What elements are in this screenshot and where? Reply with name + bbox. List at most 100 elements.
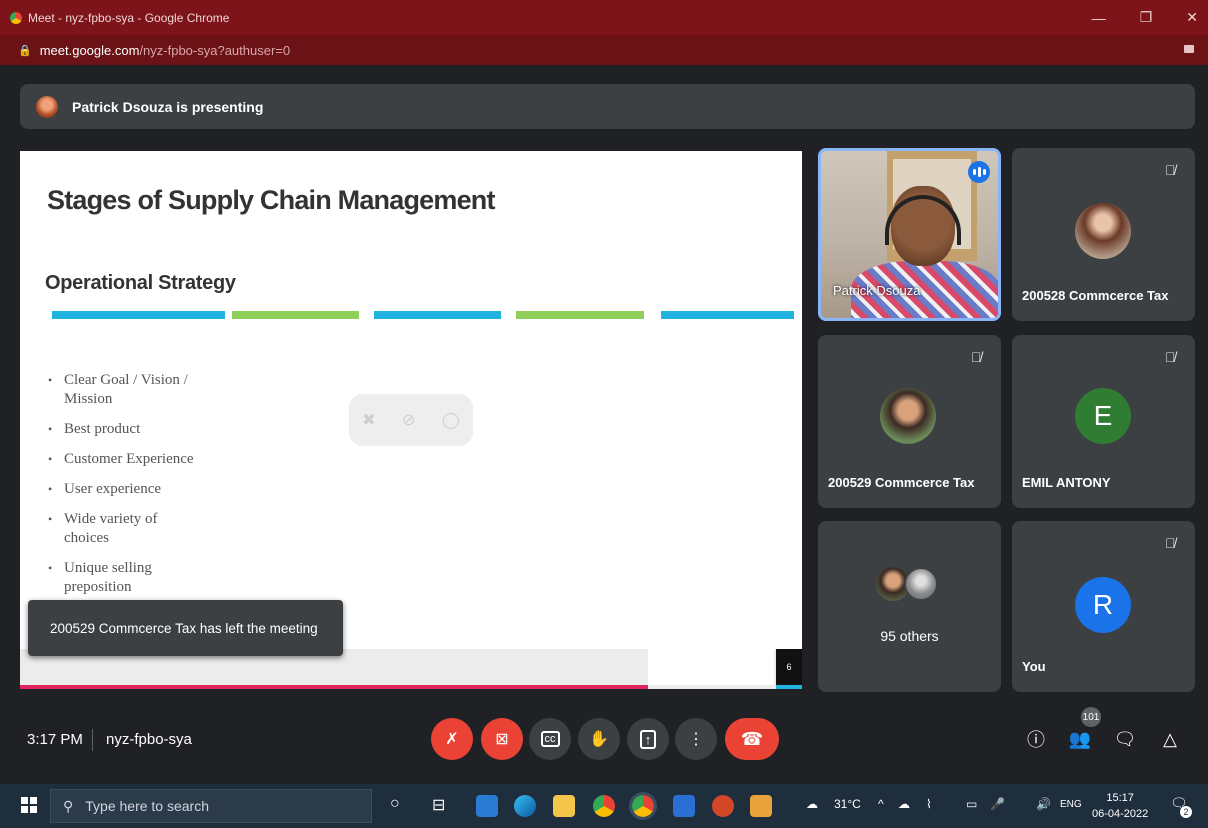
more-options-button[interactable]: ⋮ [675, 718, 717, 760]
cast-icon[interactable] [1184, 45, 1194, 53]
slide-subtitle: Operational Strategy [45, 272, 236, 294]
people-icon: 👥 [1068, 728, 1092, 749]
mic-tray-icon[interactable]: 🎤 [990, 797, 1005, 811]
end-call-icon: ☎ [740, 728, 764, 749]
mic-toggle-button[interactable]: ✗ [431, 718, 473, 760]
volume-icon[interactable]: 🔊 [1036, 797, 1051, 811]
raise-hand-button[interactable]: ✋ [578, 718, 620, 760]
slide-bullet: Best product [48, 420, 198, 439]
slide-footer-blank [648, 649, 774, 685]
taskbar-search-placeholder: Type here to search [85, 798, 210, 814]
participant-tile[interactable]: 🎙̸ E EMIL ANTONY [1012, 335, 1195, 508]
address-bar[interactable]: 🔒 meet.google.com/nyz-fpbo-sya?authuser=… [0, 35, 1208, 65]
windows-taskbar: ⚲ Type here to search ○ ⊟ ☁ 31°C ^ ☁ ⌇ ▭… [0, 784, 1208, 828]
speaking-indicator-icon [968, 161, 990, 183]
slide-bar [661, 311, 794, 319]
left-meeting-toast: 200529 Commcerce Tax has left the meetin… [28, 600, 343, 656]
presenting-banner: Patrick Dsouza is presenting [20, 84, 1195, 129]
slide-bullet: Wide variety of choices [48, 510, 198, 548]
pin-icon[interactable]: ✖ [362, 410, 375, 430]
others-avatar [904, 567, 938, 601]
chrome-taskbar-icon[interactable] [593, 795, 615, 817]
participant-name: 200529 Commcerce Tax [828, 475, 975, 490]
participant-photo [1075, 203, 1131, 259]
people-count-badge: 101 [1081, 707, 1101, 727]
windows-start-button[interactable] [21, 797, 37, 813]
slide-page-number: 6 [776, 649, 802, 685]
mic-off-icon: 🎙̸ [1165, 349, 1176, 365]
participant-photo [880, 388, 936, 444]
participant-name: You [1022, 659, 1046, 674]
weather-icon[interactable]: ☁ [806, 797, 818, 811]
participant-tile-patrick[interactable]: Patrick Dsouza [818, 148, 1001, 321]
mute-icon[interactable]: ⊘ [402, 410, 415, 430]
camera-off-icon: ⊠ [495, 731, 509, 748]
restore-button[interactable]: ❐ [1140, 9, 1153, 26]
task-view-icon[interactable]: ⊟ [432, 795, 445, 815]
search-icon: ⚲ [63, 797, 74, 814]
chat-button[interactable]: 🗨 [1112, 726, 1138, 752]
weather-temp[interactable]: 31°C [834, 797, 861, 811]
window-title: Meet - nyz-fpbo-sya - Google Chrome [28, 10, 230, 25]
presenter-avatar [36, 95, 58, 118]
slide-red-line [20, 685, 648, 689]
self-tile[interactable]: 🎙̸ R You [1012, 521, 1195, 692]
participant-tile[interactable]: 🎙̸ 200529 Commcerce Tax [818, 335, 1001, 508]
powerpoint-icon[interactable] [712, 795, 734, 817]
slide-bullet-list: Clear Goal / Vision / Mission Best produ… [48, 371, 198, 608]
more-vert-icon: ⋮ [688, 731, 704, 748]
meeting-code: nyz-fpbo-sya [106, 731, 192, 748]
language-indicator[interactable]: ENG [1060, 799, 1082, 810]
mic-off-icon: 🎙̸ [1165, 535, 1176, 551]
others-count: 95 others [880, 628, 939, 644]
taskbar-clock[interactable]: 15:17 06-04-2022 [1092, 790, 1148, 822]
url-path: /nyz-fpbo-sya?authuser=0 [139, 42, 291, 58]
lock-icon: 🔒 [18, 44, 32, 57]
slide-bullet: Unique selling preposition [48, 559, 198, 597]
window-controls: — ❐ ✕ [1092, 0, 1198, 35]
participant-name: Patrick Dsouza [833, 283, 921, 298]
battery-icon[interactable]: ▭ [966, 797, 977, 811]
taskbar-search[interactable]: ⚲ Type here to search [50, 789, 372, 823]
file-explorer-icon[interactable] [553, 795, 575, 817]
activities-icon: △ [1163, 728, 1177, 749]
present-icon: ↑ [639, 729, 657, 749]
meeting-details-button[interactable]: ⓘ [1023, 726, 1049, 752]
participant-tile[interactable]: 🎙̸ 200528 Commcerce Tax [1012, 148, 1195, 321]
tray-chevron-icon[interactable]: ^ [878, 797, 884, 811]
people-button[interactable]: 👥 [1067, 726, 1093, 752]
clock-date: 06-04-2022 [1092, 808, 1149, 820]
leave-call-button[interactable]: ☎ [725, 718, 779, 760]
presentation-hover-controls[interactable]: ✖ ⊘ ◯ [349, 394, 473, 446]
slide-bar [374, 311, 501, 319]
mic-off-icon: 🎙̸ [1165, 162, 1176, 178]
chat-icon: 🗨 [1113, 728, 1137, 749]
captions-button[interactable]: cc [529, 718, 571, 760]
network-icon[interactable]: ⌇ [926, 797, 932, 811]
mic-off-icon: 🎙̸ [971, 349, 982, 365]
slide-bullet: User experience [48, 480, 198, 499]
activities-button[interactable]: △ [1157, 726, 1183, 752]
slide-bullet: Customer Experience [48, 450, 198, 469]
onedrive-icon[interactable]: ☁ [898, 797, 910, 811]
cortana-icon[interactable]: ○ [390, 795, 400, 813]
present-button[interactable]: ↑ [627, 718, 669, 760]
camera-toggle-button[interactable]: ⊠ [481, 718, 523, 760]
mic-off-icon: ✗ [445, 731, 459, 748]
close-button[interactable]: ✕ [1186, 9, 1198, 26]
chrome-icon [10, 11, 22, 24]
hand-icon: ✋ [589, 731, 609, 748]
chrome-profile-icon[interactable] [629, 792, 657, 820]
more-icon[interactable]: ◯ [442, 410, 460, 430]
others-tile[interactable]: 95 others [818, 521, 1001, 692]
minimize-button[interactable]: — [1092, 10, 1106, 26]
mail-icon[interactable] [476, 795, 498, 817]
calendar-icon[interactable] [673, 795, 695, 817]
edge-icon[interactable] [514, 795, 536, 817]
url-host: meet.google.com [39, 42, 140, 58]
presenting-text: Patrick Dsouza is presenting [72, 98, 264, 115]
app-icon[interactable] [750, 795, 772, 817]
slide-bullet: Clear Goal / Vision / Mission [48, 371, 198, 409]
participant-name: EMIL ANTONY [1022, 475, 1111, 490]
participant-name: 200528 Commcerce Tax [1022, 288, 1169, 303]
